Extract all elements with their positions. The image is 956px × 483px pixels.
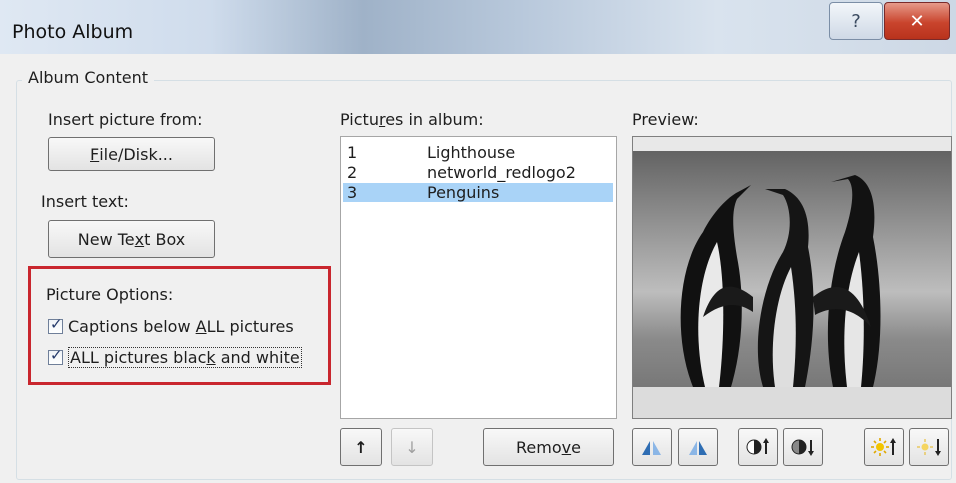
list-item-name: Penguins [427,183,500,202]
all-pictures-black-and-white-option[interactable]: ✓ ALL pictures black and white [48,346,302,368]
preview-image [632,136,952,419]
remove-button[interactable]: Remo v e [483,428,614,466]
help-button[interactable]: ? [829,2,883,40]
picture-options-label: Picture Options: [46,285,174,304]
black-white-text-pre: ALL pictures blac [70,348,207,367]
file-disk-button-accel: F [90,144,100,164]
remove-text-post: e [571,437,581,457]
captions-below-all-pictures-option[interactable]: ✓ Captions below ALL pictures [48,315,294,336]
more-brightness-button[interactable] [864,428,904,466]
list-item-number: 3 [347,183,358,202]
photo-album-dialog: Photo Album ? ✕ Album Content Insert pic… [0,0,956,483]
list-item-name: Lighthouse [427,143,516,162]
album-content-legend: Album Content [22,68,154,87]
pictures-in-album-label: Pictures in album: [340,110,484,129]
close-button[interactable]: ✕ [884,2,950,40]
contrast-down-icon [791,439,814,456]
rotate-left-button[interactable] [632,428,672,466]
pictures-label-pre: Pictu [340,110,379,129]
pictures-label-post: es in album: [385,110,484,129]
list-item[interactable]: 1 Lighthouse [343,143,613,162]
title-bar: Photo Album ? ✕ [0,0,956,54]
move-down-button: ↓ [391,428,433,466]
less-contrast-button[interactable] [783,428,823,466]
move-up-icon: ↑ [354,437,368,457]
new-text-box-button[interactable]: New Te x t Box [48,220,215,258]
pictures-list[interactable]: 1 Lighthouse 2 networld_redlogo2 3 Pengu… [340,136,617,419]
remove-text-pre: Remo [516,437,562,457]
insert-picture-label: Insert picture from: [48,110,203,129]
help-icon: ? [851,10,861,32]
black-white-text-post: and white [215,348,300,367]
brightness-down-icon [917,439,941,456]
list-item-selected[interactable]: 3 Penguins [343,183,613,202]
captions-accel: A [195,317,207,336]
less-brightness-button[interactable] [909,428,949,466]
move-up-button[interactable]: ↑ [340,428,382,466]
more-contrast-button[interactable] [738,428,778,466]
list-item-number: 2 [347,163,358,182]
captions-label: Captions below ALL pictures [68,317,294,336]
captions-text-post: LL pictures [206,317,294,336]
dialog-title: Photo Album [12,21,134,43]
contrast-up-icon [746,438,769,455]
check-icon: ✓ [50,315,63,333]
rotate-left-icon [642,441,661,455]
black-white-label: ALL pictures black and white [68,347,302,368]
new-text-box-text-pre: New Te [77,229,135,249]
new-text-box-text-post: t Box [144,229,186,249]
rotate-right-icon [689,441,707,455]
brightness-up-icon [871,438,896,456]
black-white-accel: k [206,348,216,367]
black-white-checkbox[interactable]: ✓ [48,346,63,365]
list-item-name: networld_redlogo2 [427,163,576,182]
captions-text-pre: Captions below [68,317,196,336]
captions-checkbox[interactable]: ✓ [48,315,63,334]
list-item[interactable]: 2 networld_redlogo2 [343,163,613,182]
rotate-right-button[interactable] [678,428,718,466]
insert-text-label: Insert text: [41,192,129,211]
move-down-icon: ↓ [405,437,419,457]
check-icon: ✓ [50,346,63,364]
close-icon: ✕ [909,10,925,32]
penguins-photo [633,137,951,418]
list-item-number: 1 [347,143,358,162]
file-disk-button[interactable]: File/Disk... [48,137,215,171]
new-text-box-accel: x [134,229,145,249]
preview-label: Preview: [632,110,699,129]
file-disk-button-text-post: ile/Disk... [99,144,173,164]
remove-accel: v [561,437,572,457]
